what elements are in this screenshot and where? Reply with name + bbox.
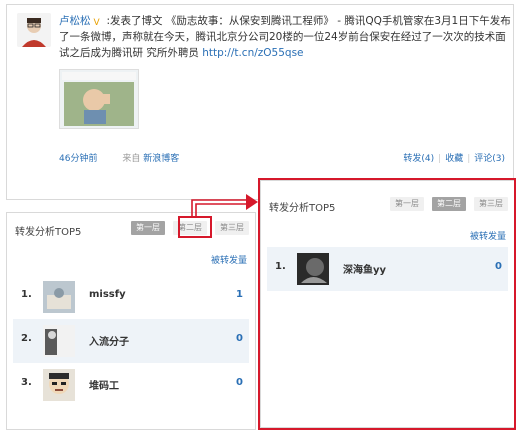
list-item[interactable]: 1. missfy 1 xyxy=(13,275,249,319)
user-avatar[interactable] xyxy=(43,325,75,357)
tab-layer-3[interactable]: 第三层 xyxy=(215,221,249,235)
verified-icon: V xyxy=(93,18,100,28)
sort-by-reposts-link[interactable]: 被转发量 xyxy=(470,229,506,242)
user-name[interactable]: missfy xyxy=(89,289,126,300)
repost-list: 1. missfy 1 2. 入流分子 0 3. 堆码工 0 xyxy=(13,275,249,407)
tab-layer-1[interactable]: 第一层 xyxy=(390,197,424,211)
rank-number: 3. xyxy=(21,377,32,388)
author-name[interactable]: 卢松松 xyxy=(59,15,91,27)
repost-analysis-panel-left: 转发分析TOP5 第一层 第二层 第三层 被转发量 1. missfy 1 2.… xyxy=(6,212,256,430)
user-avatar[interactable] xyxy=(297,253,329,285)
repost-count: 0 xyxy=(495,261,502,272)
list-item[interactable]: 3. 堆码工 0 xyxy=(13,363,249,407)
repost-list: 1. 深海鱼yy 0 xyxy=(267,247,508,291)
weibo-post-card: 卢松松 V:发表了博文 《励志故事：从保安到腾讯工程师》 - 腾讯QQ手机管家在3… xyxy=(6,4,514,200)
rank-number: 1. xyxy=(275,261,286,272)
sort-by-reposts-link[interactable]: 被转发量 xyxy=(211,253,247,266)
user-name[interactable]: 深海鱼yy xyxy=(343,261,386,276)
rank-number: 1. xyxy=(21,289,32,300)
tab-layer-2[interactable]: 第二层 xyxy=(173,221,207,235)
user-name[interactable]: 堆码工 xyxy=(89,377,119,392)
post-from-label: 来自 xyxy=(122,154,141,164)
repost-analysis-panel-right: 转发分析TOP5 第一层 第二层 第三层 被转发量 1. 深海鱼yy 0 xyxy=(260,180,515,428)
post-short-link[interactable]: http://t.cn/zO55qse xyxy=(202,47,303,59)
rank-number: 2. xyxy=(21,333,32,344)
tab-layer-3[interactable]: 第三层 xyxy=(474,197,508,211)
list-item[interactable]: 2. 入流分子 0 xyxy=(13,319,249,363)
user-avatar[interactable] xyxy=(43,369,75,401)
repost-count: 0 xyxy=(236,377,243,388)
tab-layer-2[interactable]: 第二层 xyxy=(432,197,466,211)
post-text: 卢松松 V:发表了博文 《励志故事：从保安到腾讯工程师》 - 腾讯QQ手机管家在3… xyxy=(59,13,511,61)
author-avatar[interactable] xyxy=(17,13,51,47)
comment-link[interactable]: 评论(3) xyxy=(474,154,505,164)
panel-title: 转发分析TOP5 xyxy=(15,227,82,238)
user-name[interactable]: 入流分子 xyxy=(89,333,129,348)
highlight-arrow-icon xyxy=(191,194,258,218)
post-image[interactable] xyxy=(59,69,139,129)
post-time[interactable]: 46分钟前 xyxy=(59,154,97,164)
action-divider: | xyxy=(438,154,442,164)
tab-layer-1[interactable]: 第一层 xyxy=(131,221,165,235)
repost-count: 1 xyxy=(236,289,243,300)
user-avatar[interactable] xyxy=(43,281,75,313)
layer-tabs: 第一层 第二层 第三层 xyxy=(131,221,249,235)
action-divider: | xyxy=(467,154,471,164)
panel-title: 转发分析TOP5 xyxy=(269,203,336,214)
repost-link[interactable]: 转发(4) xyxy=(403,154,434,164)
layer-tabs: 第一层 第二层 第三层 xyxy=(390,197,508,211)
list-item[interactable]: 1. 深海鱼yy 0 xyxy=(267,247,508,291)
post-source-link[interactable]: 新浪博客 xyxy=(143,154,179,164)
favorite-link[interactable]: 收藏 xyxy=(445,154,463,164)
repost-count: 0 xyxy=(236,333,243,344)
post-actions: 转发(4) | 收藏 | 评论(3) xyxy=(403,151,505,164)
